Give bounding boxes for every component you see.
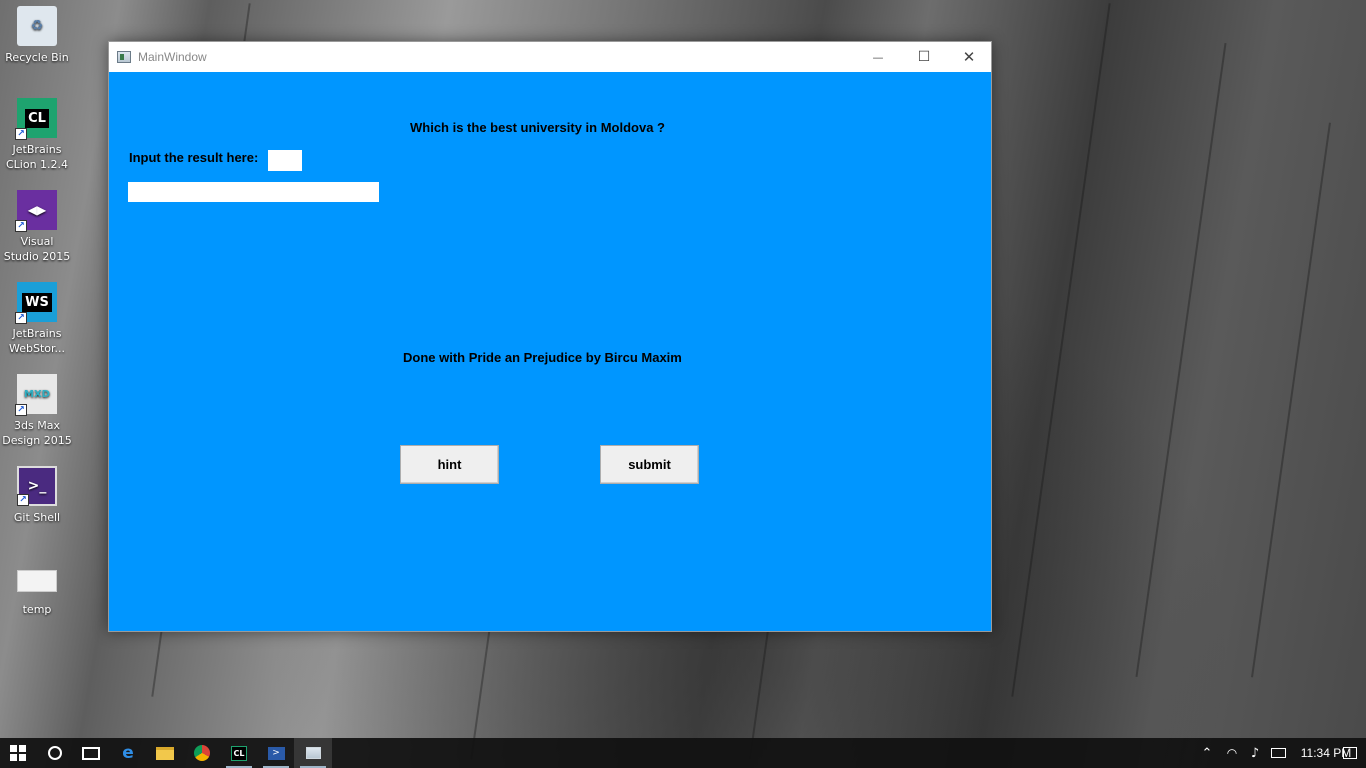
clion-icon: CL ↗ [15,98,57,140]
main-window: MainWindow — ☐ ✕ Which is the best unive… [108,41,992,632]
small-result-input[interactable] [268,150,302,171]
close-icon: ✕ [962,48,976,66]
action-center-button[interactable] [1339,738,1361,768]
shortcut-arrow-icon: ↗ [17,494,29,506]
visual-studio-icon: ◀▶ ↗ [15,190,57,232]
keyboard-icon [1270,748,1286,758]
app-window-icon [305,747,321,759]
network-button[interactable]: ◠ [1221,738,1243,768]
desktop-icon-label: JetBrains CLion 1.2.4 [5,143,69,171]
wallpaper-streak [1011,3,1111,697]
taskbar-mainwindow[interactable] [294,738,332,768]
desktop-icon-temp[interactable]: temp [2,558,72,617]
desktop-icon-label: Git Shell [13,511,61,524]
desktop-icon-clion[interactable]: CL ↗ JetBrains CLion 1.2.4 [2,98,72,172]
document-icon [17,570,57,592]
volume-button[interactable]: ♪ [1244,738,1266,768]
taskbar-file-explorer[interactable] [146,738,184,768]
minimize-button[interactable]: — [855,42,901,72]
search-button[interactable] [36,738,74,768]
notification-icon [1343,747,1357,759]
submit-button[interactable]: submit [600,445,699,484]
desktop-icon-label: Visual Studio 2015 [3,235,71,263]
desktop-icon-label: Recycle Bin [5,51,69,64]
maximize-button[interactable]: ☐ [901,42,947,72]
powershell-icon: > [267,746,285,760]
desktop-icon-git-shell[interactable]: >_ ↗ Git Shell [2,466,72,525]
credit-label: Done with Pride an Prejudice by Bircu Ma… [403,350,682,365]
task-view-icon [82,746,100,760]
shortcut-arrow-icon: ↗ [15,128,27,140]
windows-logo-icon [10,745,26,761]
task-view-button[interactable] [72,738,110,768]
desktop-icon-recycle-bin[interactable]: ♻ Recycle Bin [2,6,72,65]
desktop-icon-label: temp [22,603,52,616]
window-title: MainWindow [138,50,207,64]
desktop-icon-label: 3ds Max Design 2015 [2,419,72,447]
desktop-icon-3ds-max[interactable]: MXD ↗ 3ds Max Design 2015 [2,374,72,448]
hint-button[interactable]: hint [400,445,499,484]
window-client-area: Which is the best university in Moldova … [109,72,991,631]
start-button[interactable] [0,738,36,768]
minimize-icon: — [872,50,884,64]
close-button[interactable]: ✕ [946,42,992,72]
desktop-icon-label: JetBrains WebStor... [8,327,65,355]
keyboard-button[interactable] [1267,738,1289,768]
3ds-max-icon: MXD ↗ [15,374,57,416]
cortana-circle-icon [48,746,62,760]
taskbar: e CL > ⌃ ◠ ♪ 11:34 PM [0,738,1366,768]
recycle-bin-icon: ♻ [17,6,57,46]
shortcut-arrow-icon: ↗ [15,312,27,324]
desktop-icon-webstorm[interactable]: WS ↗ JetBrains WebStor... [2,282,72,356]
edge-icon: e [122,743,134,763]
answer-input[interactable] [128,182,379,202]
shortcut-arrow-icon: ↗ [15,404,27,416]
taskbar-clion[interactable]: CL [220,738,258,768]
wallpaper-streak [1251,122,1331,678]
wifi-icon: ◠ [1226,746,1238,760]
shortcut-arrow-icon: ↗ [15,220,27,232]
question-label: Which is the best university in Moldova … [410,120,665,135]
clion-icon: CL [230,745,248,761]
chrome-icon [194,745,210,761]
taskbar-chrome[interactable] [183,738,221,768]
title-bar[interactable]: MainWindow — ☐ ✕ [109,42,991,72]
show-hidden-icons-button[interactable]: ⌃ [1197,738,1217,768]
wallpaper-streak [1135,42,1227,678]
chevron-up-icon: ⌃ [1201,745,1213,761]
input-result-label: Input the result here: [129,150,259,165]
maximize-icon: ☐ [917,49,931,65]
desktop-icon-visual-studio[interactable]: ◀▶ ↗ Visual Studio 2015 [2,190,72,264]
volume-icon: ♪ [1250,745,1260,761]
taskbar-powershell[interactable]: > [257,738,295,768]
git-shell-icon: >_ ↗ [17,466,57,506]
folder-icon [156,746,174,760]
taskbar-edge[interactable]: e [109,738,147,768]
app-window-icon [117,51,131,63]
webstorm-icon: WS ↗ [15,282,57,324]
